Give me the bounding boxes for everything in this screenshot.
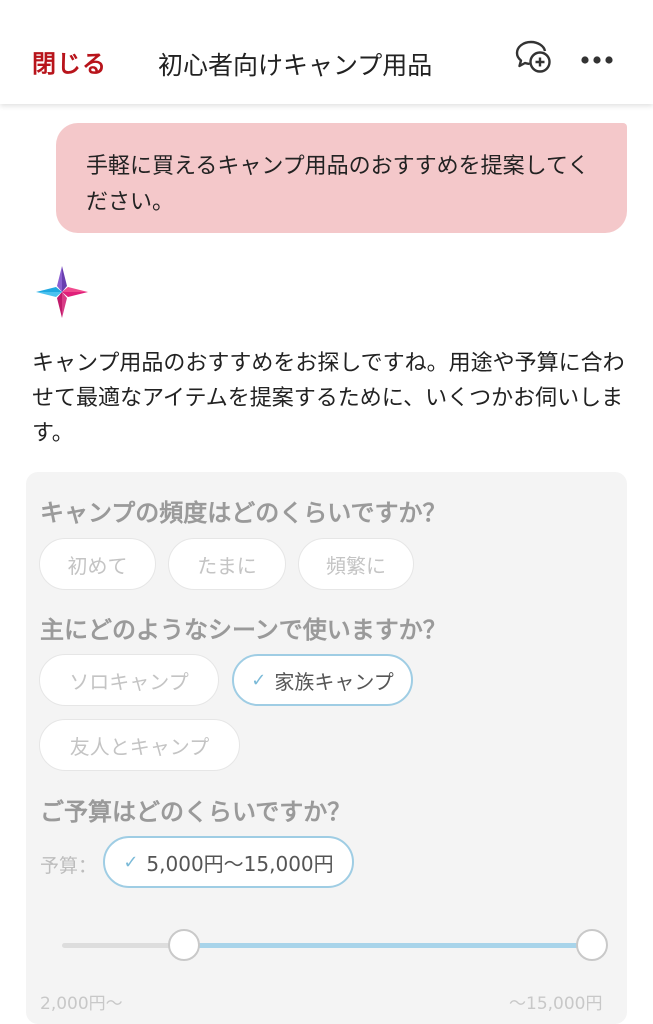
option-family-camp[interactable]: ✓ 家族キャンプ xyxy=(232,654,413,706)
close-button[interactable]: 閉じる xyxy=(32,44,107,79)
ai-message: キャンプ用品のおすすめをお探しですね。用途や予算に合わせて最適なアイテムを提案す… xyxy=(32,351,625,446)
option-label: 家族キャンプ xyxy=(274,669,394,694)
budget-selected-label: 5,000円〜15,000円 xyxy=(146,851,334,876)
top-bar: 閉じる 初心者向けキャンプ用品 xyxy=(0,0,653,104)
budget-label: 予算： xyxy=(40,855,98,877)
option-label: 初めて xyxy=(67,553,128,578)
budget-slider-min-handle[interactable] xyxy=(168,929,200,961)
option-label: 友人とキャンプ xyxy=(69,734,210,759)
budget-range-max-label: 〜15,000円 xyxy=(509,994,603,1014)
chat-add-icon[interactable] xyxy=(514,38,554,82)
option-label: ソロキャンプ xyxy=(69,669,189,694)
option-label: たまに xyxy=(197,553,257,578)
budget-slider-track[interactable] xyxy=(62,943,592,948)
question-frequency: キャンプの頻度はどのくらいですか？ xyxy=(40,499,447,527)
question-scene: 主にどのようなシーンで使いますか？ xyxy=(40,616,447,644)
page-title: 初心者向けキャンプ用品 xyxy=(158,51,433,80)
option-sometimes[interactable]: たまに xyxy=(168,538,286,590)
option-solo-camp[interactable]: ソロキャンプ xyxy=(39,654,219,706)
ai-assistant-logo-icon xyxy=(34,264,90,324)
budget-slider-fill xyxy=(184,943,592,948)
check-icon: ✓ xyxy=(251,669,267,691)
budget-slider-max-handle[interactable] xyxy=(576,929,608,961)
option-first-time[interactable]: 初めて xyxy=(39,538,156,590)
more-icon[interactable] xyxy=(580,50,614,74)
user-message-bubble: 手軽に買えるキャンプ用品のおすすめを提案してください。 xyxy=(56,123,627,233)
check-icon: ✓ xyxy=(123,851,139,873)
option-label: 頻繁に xyxy=(326,553,386,578)
question-budget: ご予算はどのくらいですか？ xyxy=(40,798,352,826)
option-frequently[interactable]: 頻繁に xyxy=(298,538,414,590)
option-friends-camp[interactable]: 友人とキャンプ xyxy=(39,719,240,771)
budget-selected-chip[interactable]: ✓ 5,000円〜15,000円 xyxy=(103,836,354,888)
budget-range-min-label: 2,000円〜 xyxy=(40,994,123,1014)
